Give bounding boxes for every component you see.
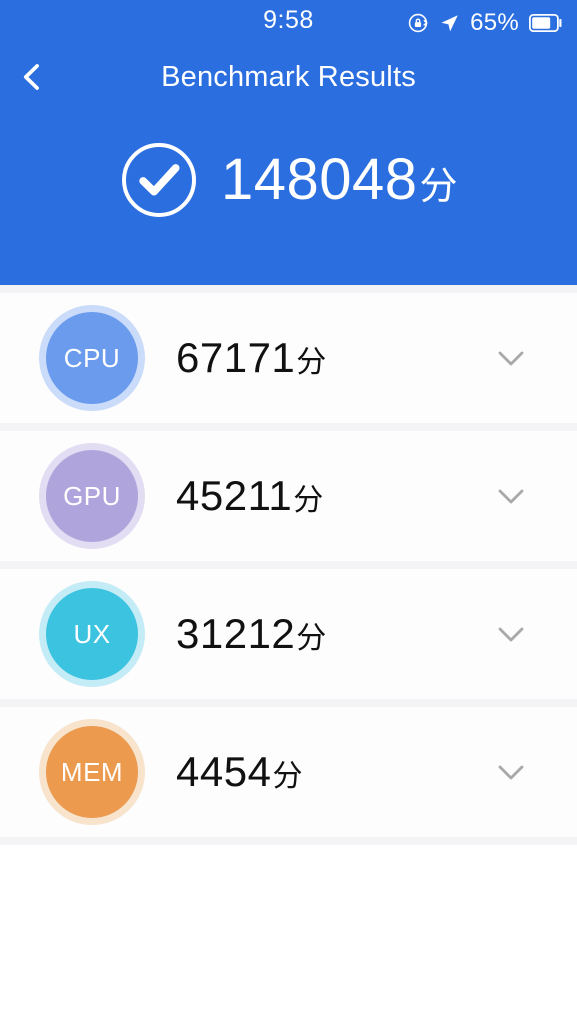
expand-button-mem[interactable]: [483, 744, 539, 800]
chevron-down-icon: [491, 752, 531, 792]
rotation-lock-icon: [407, 12, 429, 34]
badge-label-cpu: CPU: [63, 342, 121, 373]
result-row-mem[interactable]: MEM 4454 分: [0, 707, 577, 837]
result-row-gpu[interactable]: GPU 45211 分: [0, 431, 577, 561]
score-unit-mem: 分: [272, 760, 303, 793]
battery-icon: [529, 14, 563, 32]
app-header: 9:58 65% Benchmark Results 148048 分: [0, 0, 577, 285]
expand-button-ux[interactable]: [483, 606, 539, 662]
chevron-down-icon: [491, 338, 531, 378]
badge-cpu: CPU: [46, 312, 138, 404]
expand-button-gpu[interactable]: [483, 468, 539, 524]
score-value-gpu: 45211: [176, 472, 293, 519]
badge-label-mem: MEM: [60, 756, 124, 787]
location-arrow-icon: [439, 13, 460, 34]
result-row-ux[interactable]: UX 31212 分: [0, 569, 577, 699]
score-unit-ux: 分: [296, 622, 327, 655]
badge-gpu: GPU: [46, 450, 138, 542]
badge-label-ux: UX: [73, 618, 111, 649]
score-value-cpu: 67171: [176, 334, 296, 381]
result-row-cpu[interactable]: CPU 67171 分: [0, 293, 577, 423]
check-circle-icon: [119, 140, 199, 220]
badge-label-gpu: GPU: [63, 480, 121, 511]
list-bottom-divider: [0, 837, 577, 845]
total-score-unit: 分: [419, 166, 459, 208]
row-divider: [0, 561, 577, 569]
page-title: Benchmark Results: [161, 60, 416, 93]
title-bar: Benchmark Results: [0, 44, 577, 110]
total-score-value-group: 148048 分: [221, 151, 458, 209]
chevron-down-icon: [491, 476, 531, 516]
battery-percent-label: 65%: [470, 9, 519, 36]
chevron-down-icon: [491, 614, 531, 654]
status-bar: 9:58 65%: [0, 0, 577, 44]
score-value-mem: 4454: [176, 748, 272, 795]
expand-button-cpu[interactable]: [483, 330, 539, 386]
benchmark-results-list: CPU 67171 分 GPU 45211 分 UX 31212 分 MEM 4…: [0, 293, 577, 845]
score-unit-cpu: 分: [296, 346, 327, 379]
score-unit-gpu: 分: [293, 484, 324, 517]
total-score-block: 148048 分: [0, 140, 577, 220]
score-cpu: 67171 分: [176, 334, 327, 382]
score-gpu: 45211 分: [176, 472, 324, 520]
score-mem: 4454 分: [176, 748, 303, 796]
score-ux: 31212 分: [176, 610, 327, 658]
row-divider: [0, 423, 577, 431]
total-score-number: 148048: [220, 147, 418, 212]
badge-ux: UX: [46, 588, 138, 680]
badge-mem: MEM: [46, 726, 138, 818]
score-value-ux: 31212: [176, 610, 296, 657]
header-divider: [0, 285, 577, 293]
status-bar-indicators: 65%: [407, 7, 563, 37]
row-divider: [0, 699, 577, 707]
